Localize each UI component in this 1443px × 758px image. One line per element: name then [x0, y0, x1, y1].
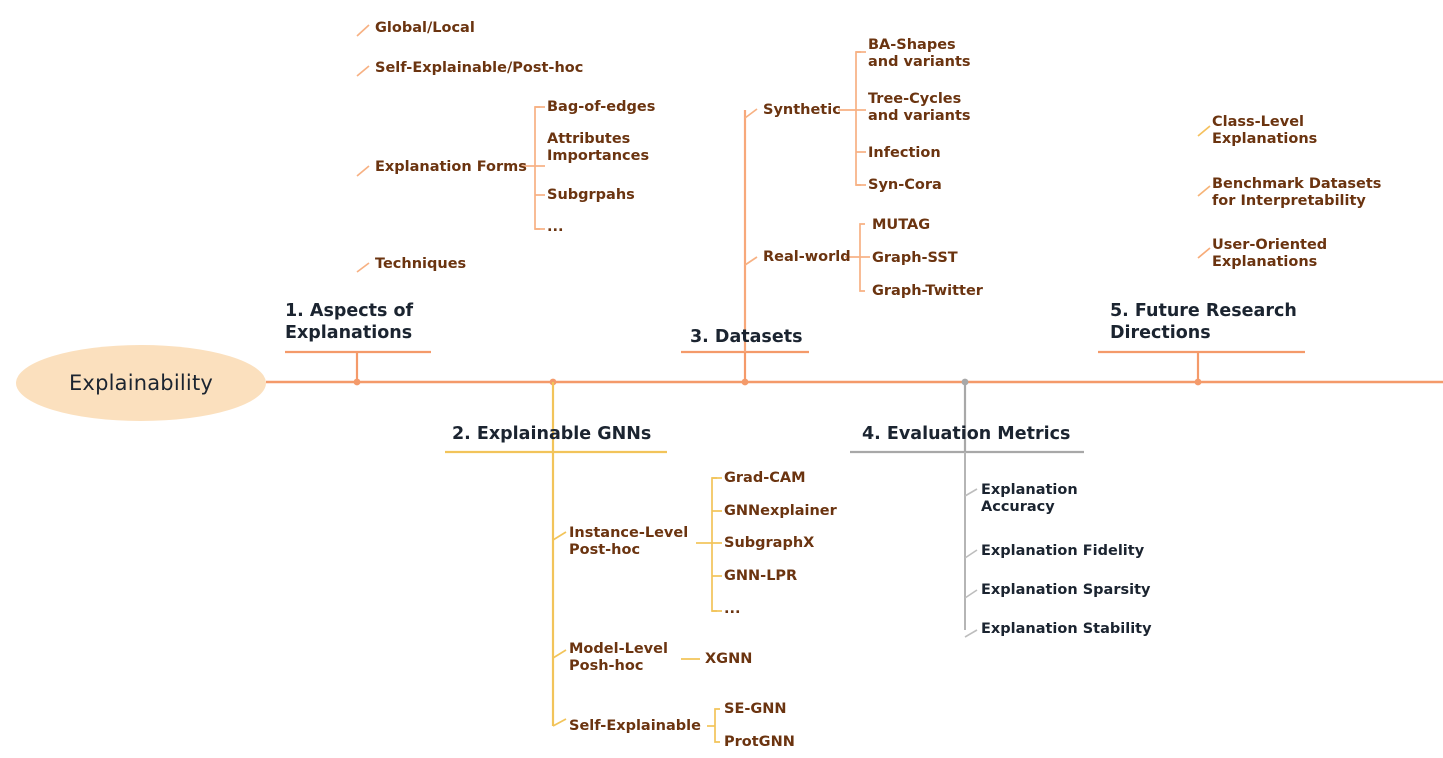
node-protgnn[interactable]: ProtGNN	[724, 734, 795, 751]
sec2-stub-model	[552, 649, 567, 659]
sec3-stub-realworld	[744, 256, 758, 266]
node-real-world[interactable]: Real-world	[763, 249, 851, 266]
node-explanation-stability[interactable]: Explanation Stability	[981, 621, 1152, 638]
sec4-stub-fidelity	[964, 549, 978, 559]
node-graph-twitter[interactable]: Graph-Twitter	[872, 283, 983, 300]
spine-node-4	[961, 378, 969, 386]
section-heading-datasets[interactable]: 3. Datasets	[690, 326, 803, 348]
sec2-selfexp-bracket	[714, 708, 720, 743]
sec3-rw-bracket	[859, 223, 865, 292]
node-infection[interactable]: Infection	[868, 145, 941, 162]
node-self-explainable-post-hoc[interactable]: Self-Explainable/Post-hoc	[375, 60, 583, 77]
sec1-stub-techniques	[356, 262, 370, 273]
node-graph-sst[interactable]: Graph-SST	[872, 250, 958, 267]
section-heading-future-research[interactable]: 5. Future Research Directions	[1110, 300, 1297, 345]
spine-node-2	[549, 378, 557, 386]
sec3-syn-bracket	[855, 51, 861, 186]
sec2-stub-selfexp	[552, 718, 567, 727]
section-heading-explainable-gnns[interactable]: 2. Explainable GNNs	[452, 423, 651, 445]
sec1-stub-global	[356, 24, 370, 37]
root-node-label: Explainability	[68, 371, 214, 395]
sec2-stub-instance	[552, 531, 567, 541]
node-ba-shapes[interactable]: BA-Shapes and variants	[868, 37, 971, 71]
node-techniques[interactable]: Techniques	[375, 256, 466, 273]
node-subgraphx[interactable]: SubgraphX	[724, 535, 814, 552]
node-grad-cam[interactable]: Grad-CAM	[724, 470, 806, 487]
node-user-oriented-explanations[interactable]: User-Oriented Explanations	[1212, 237, 1327, 271]
node-tree-cycles[interactable]: Tree-Cycles and variants	[868, 91, 971, 125]
spine-node-5	[1194, 378, 1202, 386]
node-benchmark-datasets[interactable]: Benchmark Datasets for Interpretability	[1212, 176, 1381, 210]
sec4-stub-sparsity	[964, 589, 978, 599]
sec2-instance-bracket	[711, 477, 717, 612]
sec4-stub-stability	[964, 629, 978, 638]
node-model-level-posh-hoc[interactable]: Model-Level Posh-hoc	[569, 641, 668, 675]
section-heading-evaluation-metrics[interactable]: 4. Evaluation Metrics	[862, 423, 1070, 445]
node-explanation-fidelity[interactable]: Explanation Fidelity	[981, 543, 1144, 560]
node-instance-level-post-hoc[interactable]: Instance-Level Post-hoc	[569, 525, 688, 559]
node-gnnexplainer[interactable]: GNNexplainer	[724, 503, 837, 520]
node-gnns-ellipsis[interactable]: ...	[724, 601, 741, 618]
node-global-local[interactable]: Global/Local	[375, 20, 475, 37]
sec5-stub-useroriented	[1197, 247, 1211, 259]
node-class-level-explanations[interactable]: Class-Level Explanations	[1212, 114, 1317, 148]
sec1-stub-forms	[356, 165, 370, 177]
sec1-stub-selfexp	[356, 65, 370, 77]
node-explanation-accuracy[interactable]: Explanation Accuracy	[981, 482, 1078, 516]
node-xgnn[interactable]: XGNN	[705, 651, 752, 668]
mindmap-canvas: Explainability 1. Aspects of Explanation…	[0, 0, 1443, 758]
node-gnn-lpr[interactable]: GNN-LPR	[724, 568, 797, 585]
node-explanation-sparsity[interactable]: Explanation Sparsity	[981, 582, 1150, 599]
node-se-gnn[interactable]: SE-GNN	[724, 701, 787, 718]
sec1-forms-bracket	[534, 106, 540, 230]
node-explanation-forms[interactable]: Explanation Forms	[375, 159, 527, 176]
spine-node-1	[353, 378, 361, 386]
sec4-stub-accuracy	[964, 488, 978, 497]
section-heading-aspects[interactable]: 1. Aspects of Explanations	[285, 300, 413, 345]
node-synthetic[interactable]: Synthetic	[763, 102, 841, 119]
sec5-stub-benchmark	[1197, 185, 1211, 197]
sec5-stub-classlevel	[1197, 125, 1211, 137]
node-self-explainable[interactable]: Self-Explainable	[569, 718, 701, 735]
node-mutag[interactable]: MUTAG	[872, 217, 930, 234]
node-bag-of-edges[interactable]: Bag-of-edges	[547, 99, 655, 116]
spine-node-3	[741, 378, 749, 386]
node-aspects-ellipsis[interactable]: ...	[547, 219, 564, 236]
node-subgrpahs[interactable]: Subgrpahs	[547, 187, 635, 204]
sec3-stub-synthetic	[744, 108, 758, 119]
node-attributes-importances[interactable]: Attributes Importances	[547, 131, 649, 165]
node-syn-cora[interactable]: Syn-Cora	[868, 177, 942, 194]
